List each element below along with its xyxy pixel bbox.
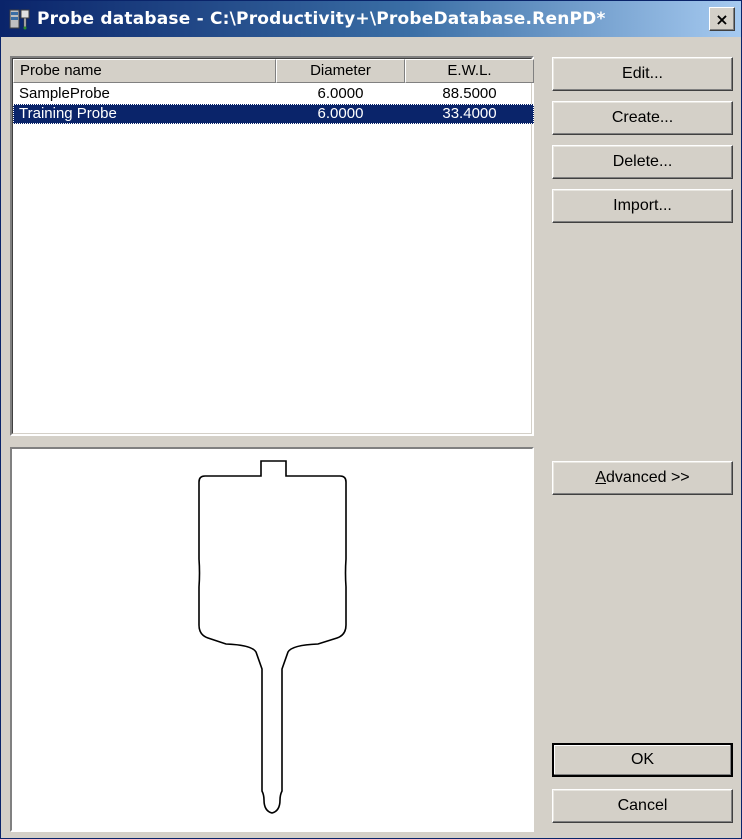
probe-app-icon: [9, 8, 31, 30]
window-title: Probe database - C:\Productivity+\ProbeD…: [37, 9, 606, 29]
probe-name-cell: Training Probe: [19, 105, 117, 122]
ewl-cell: 33.4000: [442, 105, 497, 122]
probe-preview-panel: [10, 447, 534, 832]
probe-database-dialog: Probe database - C:\Productivity+\ProbeD…: [0, 0, 742, 839]
import-button[interactable]: Import...: [552, 189, 733, 223]
advanced-mnemonic: A: [595, 469, 607, 486]
probe-list[interactable]: Probe name Diameter E.W.L. SampleProbe 6…: [10, 56, 534, 436]
close-icon: ×: [715, 9, 729, 29]
close-button[interactable]: ×: [709, 7, 735, 31]
create-button[interactable]: Create...: [552, 101, 733, 135]
edit-button[interactable]: Edit...: [552, 57, 733, 91]
title-bar[interactable]: Probe database - C:\Productivity+\ProbeD…: [1, 1, 741, 37]
delete-button[interactable]: Delete...: [552, 145, 733, 179]
column-header-ewl[interactable]: E.W.L.: [405, 59, 534, 83]
advanced-button[interactable]: Advanced >>: [552, 461, 733, 495]
table-row-selected[interactable]: Training Probe 6.0000 33.4000: [13, 104, 534, 124]
table-row[interactable]: SampleProbe 6.0000 88.5000: [13, 84, 534, 104]
probe-outline: [198, 460, 347, 814]
diameter-cell: 6.0000: [317, 105, 364, 122]
probe-list-frame: Probe name Diameter E.W.L. SampleProbe 6…: [12, 58, 534, 434]
ok-button[interactable]: OK: [552, 743, 733, 777]
advanced-label: dvanced >>: [606, 469, 690, 486]
diameter-cell: 6.0000: [317, 85, 364, 102]
column-header-probe-name[interactable]: Probe name: [13, 59, 276, 83]
cancel-button[interactable]: Cancel: [552, 789, 733, 823]
column-header-diameter[interactable]: Diameter: [276, 59, 405, 83]
probe-name-cell: SampleProbe: [19, 85, 110, 102]
ewl-cell: 88.5000: [442, 85, 497, 102]
probe-outline-drawing: [198, 460, 347, 814]
